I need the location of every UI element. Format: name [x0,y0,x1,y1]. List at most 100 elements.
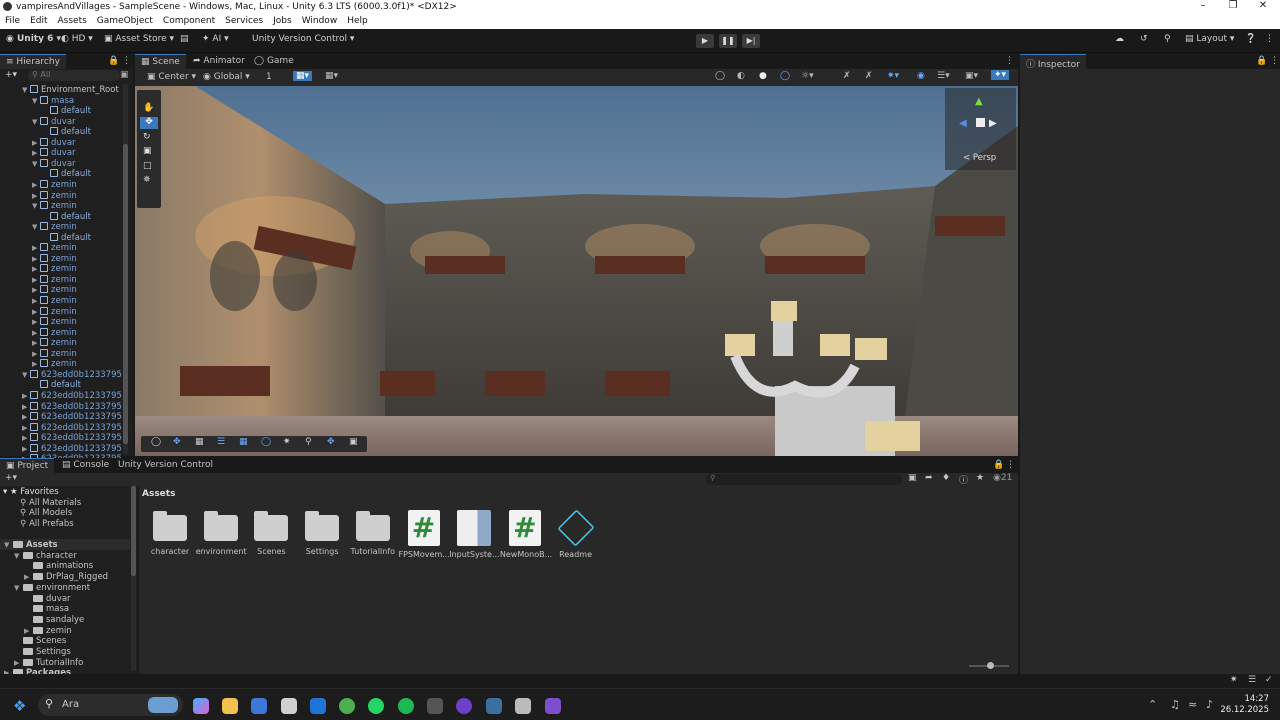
expand-arrow-icon[interactable]: ▼ [4,540,13,550]
status-check-icon[interactable]: ✓ [1265,675,1273,685]
grid-snap-icon[interactable]: ▦▾ [293,71,313,81]
hierarchy-row[interactable]: ▶ zemin [32,264,77,275]
hierarchy-row[interactable]: ▶ zemin [32,179,77,191]
app-icon[interactable] [486,698,502,714]
overlay-tool-2-icon[interactable]: ✥ [173,437,181,447]
clock-time[interactable]: 14:27 [1229,694,1270,704]
asset-item[interactable]: Settings [297,510,347,556]
project-lock-icon[interactable]: 🔒 [993,460,1004,470]
expand-arrow-icon[interactable]: ▼ [32,159,40,169]
hierarchy-row[interactable]: ▶ duvar [32,137,76,149]
project-tree-item[interactable]: ▶ zemin [24,626,72,637]
menu-assets[interactable]: Assets [53,15,92,29]
hierarchy-row[interactable]: ▶ 623edd0b1233795 [22,443,122,455]
microphone-icon[interactable]: ♫ [1170,698,1180,711]
volume-icon[interactable]: ♪ [1206,698,1213,711]
project-tree-item[interactable]: Settings [14,647,71,658]
asset-item[interactable]: character [145,510,195,556]
project-menu-icon[interactable]: ⋮ [1006,460,1015,470]
audio-icon[interactable]: ✗ [865,71,873,81]
expand-arrow-icon[interactable]: ▶ [24,626,33,636]
hierarchy-row[interactable]: ▶ zemin [32,327,77,339]
package-icon[interactable]: ▤ [180,34,189,44]
more-icon[interactable]: ⋮ [1265,34,1274,44]
hierarchy-row[interactable]: default [50,211,91,223]
hierarchy-row[interactable]: ▶ zemin [32,306,77,318]
hierarchy-row[interactable]: ▶ zemin [32,274,77,286]
project-tree-item[interactable]: ▼ character [14,551,77,562]
project-search-input[interactable]: ⚲ [706,474,902,485]
search-options-icon[interactable]: ▣ [120,70,129,80]
project-breadcrumb[interactable]: Assets [142,489,175,499]
hierarchy-row[interactable]: default [50,169,91,180]
expand-arrow-icon[interactable]: ▼ [14,551,23,561]
hierarchy-row[interactable]: ▶ zemin [32,285,77,296]
hierarchy-row[interactable]: default [40,380,81,391]
gizmo-y-axis-icon[interactable]: ▲ [975,96,983,107]
hd-button[interactable]: ◐ HD ▾ [61,34,93,44]
expand-arrow-icon[interactable]: ▶ [32,138,40,148]
project-tree-scrollbar[interactable] [131,486,136,671]
persp-label[interactable]: < Persp [963,153,996,163]
transform-tool-icon[interactable]: ✵ [143,175,151,185]
taskbar-search[interactable]: ⚲ Ara [38,694,183,716]
close-icon[interactable]: ✕ [1248,0,1278,11]
outlook-icon[interactable] [310,698,326,714]
expand-arrow-icon[interactable]: ▶ [32,328,40,338]
gizmos-icon[interactable]: ✦▾ [991,70,1010,80]
hierarchy-row[interactable]: ▶ 623edd0b1233795 [22,422,122,434]
asset-item[interactable]: Readme [551,509,601,559]
overlay-tool-7-icon[interactable]: ✷ [283,437,291,447]
hierarchy-row[interactable]: ▶ 623edd0b1233795 [22,412,122,423]
wifi-icon[interactable]: ≈ [1188,698,1197,711]
hierarchy-row[interactable]: ▶ zemin [32,190,77,202]
expand-arrow-icon[interactable]: ▶ [32,317,40,327]
expand-arrow-icon[interactable]: ▶ [22,391,30,401]
gizmo-x-axis-icon[interactable]: ▶ [989,118,997,129]
expand-arrow-icon[interactable]: ▼ [22,370,30,380]
tab-hierarchy[interactable]: ≡ Hierarchy [0,54,66,69]
scale-tool-icon[interactable]: ▣ [143,146,152,156]
gizmo-center-icon[interactable] [976,118,985,127]
hierarchy-row[interactable]: ▼ zemin [32,201,77,212]
filter-label-icon[interactable]: ♦ [942,473,950,483]
filter-scene-icon[interactable]: ▣ [908,473,917,483]
hierarchy-row[interactable]: ▶ zemin [32,338,77,349]
tab-version-control[interactable]: Unity Version Control [112,458,219,473]
globe-icon[interactable]: ◯ [715,71,725,81]
asset-store-button[interactable]: ▣ Asset Store ▾ [104,34,174,44]
hierarchy-row[interactable]: ▼ duvar [32,158,76,170]
tab-scene[interactable]: ▦ Scene [135,54,186,69]
hierarchy-row[interactable]: ▶ zemin [32,317,77,328]
steam-icon[interactable] [427,698,443,714]
hierarchy-row[interactable]: ▼ Environment_Root [22,85,119,96]
add-object-button[interactable]: +▾ [5,70,17,80]
visibility-icon[interactable]: ◉ [917,71,925,81]
hierarchy-row[interactable]: ▼ zemin [32,222,77,233]
expand-arrow-icon[interactable]: ▼ [22,85,30,95]
rotate-tool-icon[interactable]: ↻ [143,132,151,142]
expand-arrow-icon[interactable]: ▶ [14,658,23,668]
hierarchy-scrollbar[interactable] [123,84,128,454]
cloud-icon[interactable]: ☁ [1115,34,1124,44]
project-tree-item[interactable]: sandalye [24,615,84,626]
orientation-gizmo[interactable]: ▲ ◀ ▶ < Persp [945,88,1016,170]
menu-help[interactable]: Help [342,15,373,29]
github-icon[interactable] [456,698,472,714]
version-control-button[interactable]: Unity Version Control ▾ [252,34,354,44]
scene-menu-icon[interactable]: ⋮ [1005,56,1014,66]
overlay-tool-9-icon[interactable]: ✥ [327,437,335,447]
project-tree-item[interactable]: animations [24,561,93,572]
move-tool-icon[interactable]: ✥ [140,117,158,129]
tab-console[interactable]: ▤ Console [56,458,115,473]
project-tree-item[interactable]: Scenes [14,636,66,647]
hierarchy-row[interactable]: ▶ zemin [32,243,77,254]
hierarchy-row[interactable]: ▶ zemin [32,348,77,360]
lit-icon[interactable]: ◯ [780,71,790,81]
expand-arrow-icon[interactable]: ▶ [32,349,40,359]
hierarchy-row[interactable]: ▶ duvar [32,148,76,159]
fx-icon[interactable]: ✗ [843,71,851,81]
hierarchy-row[interactable]: ▶ zemin [32,359,77,370]
fav-all-prefabs[interactable]: ⚲ All Prefabs [20,519,74,530]
inspector-menu-icon[interactable]: ⋮ [1270,56,1279,66]
